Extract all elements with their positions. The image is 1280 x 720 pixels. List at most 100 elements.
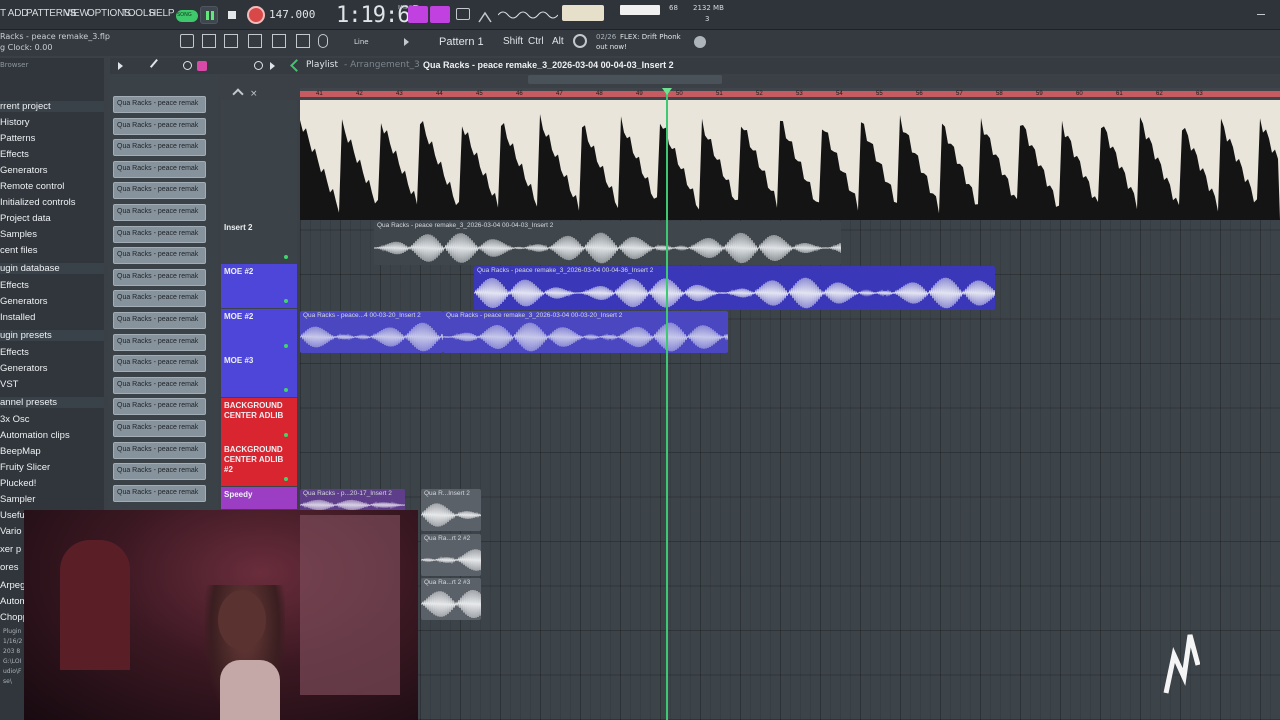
pattern-prev-icon[interactable] <box>404 38 409 46</box>
mixer-icon[interactable] <box>272 34 286 48</box>
browser-item[interactable]: Generators <box>0 363 48 374</box>
channel-button[interactable]: Qua Racks - peace remak <box>113 441 206 459</box>
browser-item[interactable]: Generators <box>0 296 48 307</box>
track-header[interactable]: MOE #2 <box>221 264 297 308</box>
audio-clip[interactable]: Qua Racks - peace remake_3_2026-03-04 00… <box>443 311 728 353</box>
horizontal-scrollbar[interactable] <box>528 75 722 84</box>
playback-tool-icon[interactable] <box>270 62 275 70</box>
playlist-icon[interactable] <box>202 34 216 48</box>
wait-input-button[interactable] <box>430 6 450 23</box>
browser-item[interactable]: Effects <box>0 280 29 291</box>
snap-icon[interactable] <box>180 34 194 48</box>
browser-item[interactable]: Patterns <box>0 133 35 144</box>
song-mode-toggle[interactable] <box>176 10 198 22</box>
audio-clip[interactable]: Qua Racks - peace remake_3_2026-03-04 00… <box>474 266 995 310</box>
globe-icon[interactable] <box>694 36 706 48</box>
minimize-icon[interactable] <box>1257 14 1265 15</box>
channel-button[interactable]: Qua Racks - peace remak <box>113 160 206 178</box>
browser-item[interactable]: rrent project <box>0 101 104 112</box>
browser-item[interactable]: Installed <box>0 312 35 323</box>
playhead[interactable] <box>666 88 668 720</box>
channel-button[interactable]: Qua Racks - peace remak <box>113 376 206 394</box>
audio-clip[interactable]: Qua R...Insert 2 <box>421 489 481 531</box>
track-header[interactable]: Speedy <box>221 487 297 509</box>
browser-icon[interactable] <box>296 34 310 48</box>
tempo-display[interactable]: 147.000 <box>269 8 315 21</box>
browser-item[interactable]: Remote control <box>0 181 64 192</box>
browser-item[interactable]: Automation clips <box>0 430 70 441</box>
channel-button[interactable]: Qua Racks - peace remak <box>113 312 206 329</box>
track-header[interactable]: MOE #2 <box>221 309 297 353</box>
countdown-icon[interactable] <box>456 8 470 20</box>
browser-item[interactable]: Effects <box>0 149 29 160</box>
track-header[interactable]: MOE #3 <box>221 353 297 397</box>
metronome-button[interactable] <box>408 6 428 23</box>
track-header[interactable]: Insert 2 <box>221 220 297 264</box>
record-button[interactable] <box>247 6 265 24</box>
browser-item[interactable]: Generators <box>0 165 48 176</box>
audio-clip[interactable]: Qua Racks - peace remake_3_2026-03-04 00… <box>374 221 841 265</box>
playlist-play-icon[interactable] <box>118 62 123 70</box>
channel-button[interactable]: Qua Racks - peace remak <box>113 247 206 265</box>
ctrl-key-button[interactable]: Ctrl <box>528 36 544 47</box>
channel-button[interactable]: Qua Racks - peace remak <box>113 420 206 437</box>
track-led-icon[interactable] <box>284 299 288 303</box>
blend-notes-icon[interactable] <box>478 8 492 23</box>
browser-item[interactable]: VST <box>0 379 18 390</box>
menu-help[interactable]: HELP <box>149 8 175 19</box>
browser-item[interactable]: BeepMap <box>0 446 41 457</box>
track-header[interactable]: BACKGROUND CENTER ADLIB <box>221 398 297 442</box>
channel-rack-icon[interactable] <box>248 34 262 48</box>
track-led-icon[interactable] <box>284 344 288 348</box>
browser-item[interactable]: Initialized controls <box>0 197 76 208</box>
channel-button[interactable]: Qua Racks - peace remak <box>113 333 206 351</box>
browser-item[interactable]: Effects <box>0 347 29 358</box>
browser-item[interactable]: ugin database <box>0 263 104 274</box>
audio-clip[interactable]: Qua Racks - peace...4 00-03-20_Insert 2 <box>300 311 443 353</box>
browser-item[interactable]: cent files <box>0 245 38 256</box>
mic-icon[interactable] <box>318 34 328 48</box>
track-led-icon[interactable] <box>284 477 288 481</box>
channel-button[interactable]: Qua Racks - peace remak <box>113 225 206 243</box>
channel-button[interactable]: Qua Racks - peace remak <box>113 355 206 373</box>
reference-audio-waveform[interactable] <box>300 100 1280 220</box>
channel-button[interactable]: Qua Racks - peace remak <box>113 139 206 157</box>
channel-button[interactable]: Qua Racks - peace remak <box>113 398 206 416</box>
channel-button[interactable]: Qua Racks - peace remak <box>113 484 206 502</box>
channel-button[interactable]: Qua Racks - peace remak <box>113 96 206 113</box>
browser-item[interactable]: ores <box>0 562 18 573</box>
news-subtitle[interactable]: out now! <box>596 43 627 51</box>
channel-button[interactable]: Qua Racks - peace remak <box>113 290 206 308</box>
mute-tool-icon[interactable] <box>183 61 192 70</box>
browser-item[interactable]: 3x Osc <box>0 414 30 425</box>
browser-item[interactable]: Project data <box>0 213 51 224</box>
browser-item[interactable]: annel presets <box>0 397 104 408</box>
close-icon[interactable]: × <box>250 89 258 99</box>
track-led-icon[interactable] <box>284 388 288 392</box>
channel-button[interactable]: Qua Racks - peace remak <box>113 182 206 200</box>
browser-item[interactable]: Usefu <box>0 510 25 521</box>
audio-clip[interactable]: Qua Racks - p...20-17_Insert 2 <box>300 489 405 511</box>
browser-item[interactable]: Sampler <box>0 494 35 505</box>
track-led-icon[interactable] <box>284 255 288 259</box>
channel-button[interactable]: Qua Racks - peace remak <box>113 204 206 221</box>
pause-button[interactable] <box>200 6 218 24</box>
select-tool-icon[interactable] <box>197 61 207 71</box>
audio-clip[interactable]: Qua Ra...rt 2 #3 <box>421 578 481 620</box>
browser-item[interactable]: History <box>0 117 30 128</box>
browser-item[interactable]: ugin presets <box>0 330 104 341</box>
alt-key-button[interactable]: Alt <box>552 36 564 47</box>
add-track-icon[interactable] <box>232 88 244 100</box>
browser-item[interactable]: Plucked! <box>0 478 36 489</box>
browser-item[interactable]: Arpeg <box>0 580 25 591</box>
loop-region-bar[interactable] <box>300 91 1280 97</box>
piano-roll-icon[interactable] <box>224 34 238 48</box>
browser-item[interactable]: Fruity Slicer <box>0 462 50 473</box>
arrangement-label[interactable]: - Arrangement_3 <box>344 60 420 70</box>
news-title[interactable]: FLEX: Drift Phonk <box>620 33 681 41</box>
browser-item[interactable]: xer p <box>0 544 21 555</box>
browser-item[interactable]: Vario <box>0 526 21 537</box>
menu-view[interactable]: VIEW <box>64 8 89 19</box>
snap-mode-label[interactable]: Line <box>354 38 369 46</box>
pattern-selector[interactable]: Pattern 1 <box>439 36 484 48</box>
